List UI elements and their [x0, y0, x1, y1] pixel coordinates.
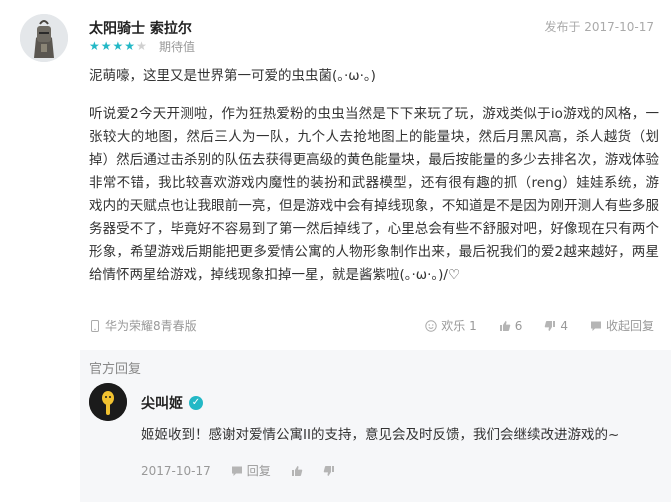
collapse-replies-button[interactable]: 收起回复 [590, 317, 654, 334]
username[interactable]: 太阳骑士 索拉尔 [89, 18, 192, 38]
reply-author: 尖叫姬 ✓ [141, 393, 203, 413]
star-icon: ★ [136, 39, 147, 53]
star-icon: ★ [124, 39, 136, 53]
reply-button-label: 回复 [246, 464, 271, 478]
reply-text: 姬姬收到！感谢对爱情公寓II的支持，意见会及时反馈，我们会继续改进游戏的~ [141, 427, 620, 443]
phone-icon [91, 319, 99, 332]
thumbs-down-icon [323, 465, 334, 476]
dislike-button[interactable]: 4 [544, 317, 568, 334]
thumbs-down-icon [545, 320, 556, 331]
knight-avatar-icon [20, 14, 68, 62]
like-button[interactable]: 6 [499, 317, 523, 334]
verified-icon: ✓ [189, 396, 203, 410]
reply-dislike-button[interactable] [323, 465, 335, 477]
star-icon: ★ [100, 39, 112, 53]
reply-time: 2017-10-17 [141, 463, 211, 478]
rating-stars: ★ ★ ★ ★ ★ [89, 40, 147, 52]
like-count: 6 [514, 318, 523, 333]
thumbs-up-icon [291, 465, 303, 476]
dislike-count: 4 [560, 318, 568, 333]
device-info: 华为荣耀8青春版 [89, 317, 197, 334]
reply-avatar[interactable] [89, 383, 127, 421]
review-text-line1: 泥萌嚎，这里又是世界第一可爱的虫虫菌(。·ω·。) [89, 68, 376, 84]
mascot-avatar-icon [89, 383, 127, 421]
device-name: 华为荣耀8青春版 [105, 319, 197, 333]
review-text-body: 听说爱2今天开测啦，作为狂热爱粉的虫虫当然是下下来玩了玩，游戏类似于io游戏的风… [89, 106, 659, 283]
joy-count: 欢乐 1 [441, 319, 477, 333]
official-reply-title: 官方回复 [89, 362, 142, 377]
avatar[interactable] [20, 14, 68, 62]
comment-icon [231, 466, 242, 476]
rating-label: 期待值 [159, 40, 196, 54]
emoji-icon [425, 319, 437, 332]
reply-button[interactable]: 回复 [231, 462, 271, 479]
reply-author-name[interactable]: 尖叫姬 [141, 393, 183, 413]
collapse-replies-label: 收起回复 [605, 319, 654, 333]
star-icon: ★ [89, 39, 100, 53]
review-actions: 欢乐 1 6 4 收起回复 [425, 317, 654, 334]
reply-footer: 2017-10-17 回复 [141, 462, 335, 479]
thumbs-up-icon [499, 320, 510, 331]
post-time: 发布于 2017-10-17 [544, 20, 654, 34]
star-icon: ★ [112, 39, 124, 53]
reply-like-button[interactable] [291, 465, 303, 477]
comment-icon [590, 321, 601, 331]
joy-button[interactable]: 欢乐 1 [425, 317, 477, 334]
